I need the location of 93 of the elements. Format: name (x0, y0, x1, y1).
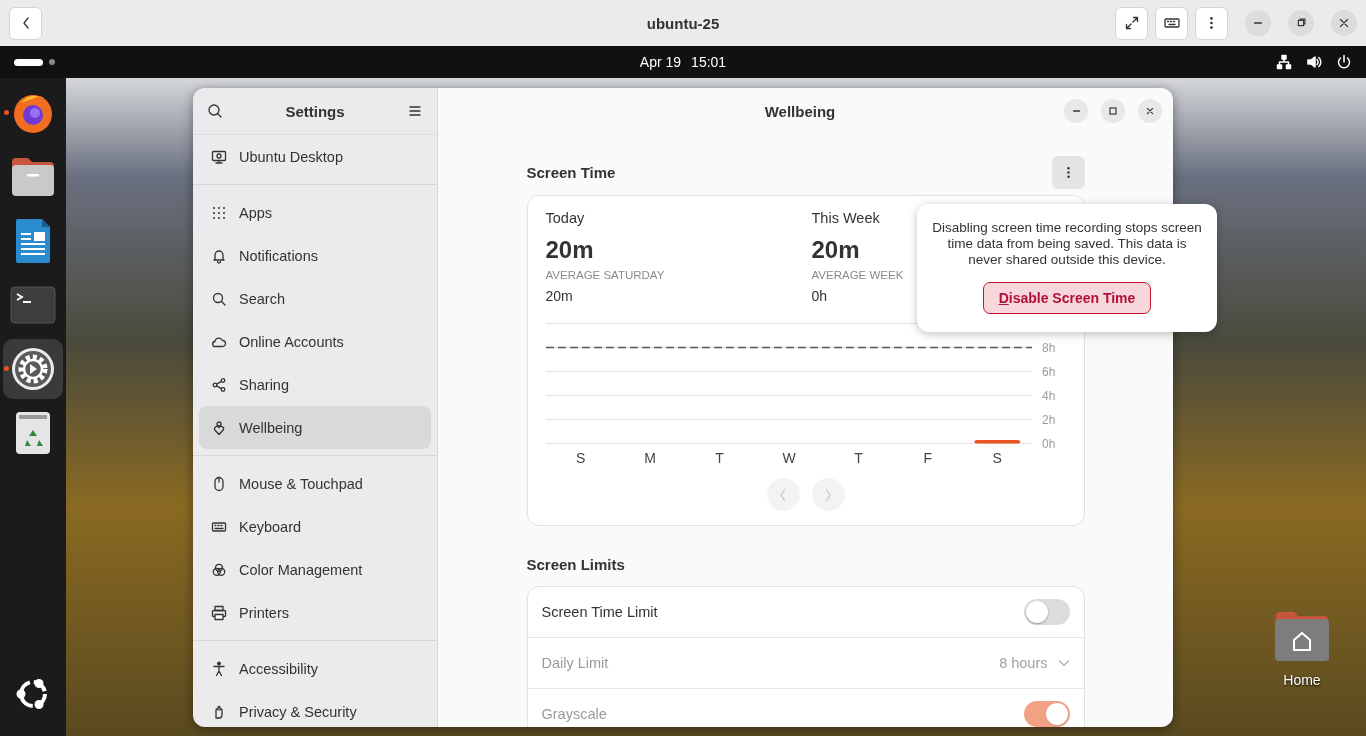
section-heading: Screen Time (526, 163, 616, 181)
axis-label: S (992, 450, 1002, 466)
minimize-icon (1254, 22, 1262, 24)
document-icon (14, 218, 52, 264)
chevron-left-icon (778, 486, 788, 503)
network-icon (1276, 54, 1292, 70)
stat-subvalue: 20m (545, 287, 573, 305)
search-icon (207, 103, 223, 119)
workspace-dot[interactable] (49, 59, 55, 65)
axis-label: T (714, 450, 724, 466)
date-label: Apr 19 (639, 54, 682, 70)
sidebar-item[interactable]: Wellbeing (199, 406, 431, 449)
sidebar-item[interactable]: Online Accounts (199, 320, 431, 363)
person-heart-icon (211, 419, 227, 436)
close-button[interactable] (1331, 10, 1357, 36)
stat-sublabel: AVERAGE WEEK (811, 268, 904, 282)
sidebar-item[interactable]: Notifications (199, 234, 431, 277)
printer-icon (211, 604, 227, 621)
workspace-indicator[interactable] (14, 58, 43, 66)
dock-item[interactable] (3, 339, 63, 399)
time-label: 15:01 (691, 54, 727, 70)
terminal-icon (10, 286, 56, 324)
more-icon (1066, 166, 1070, 178)
axis-label: W (781, 450, 796, 466)
toggle-switch[interactable] (1023, 599, 1070, 625)
minimize-button[interactable] (1245, 10, 1271, 36)
sidebar-item[interactable]: Ubuntu Desktop (199, 135, 431, 178)
axis-label: 4h (1041, 388, 1055, 403)
maximize-button[interactable] (1101, 99, 1125, 123)
stat-sublabel: AVERAGE SATURDAY (545, 268, 665, 282)
gear-icon (10, 346, 56, 392)
monitor-icon (211, 148, 227, 165)
axis-label: T (853, 450, 863, 466)
section-heading: Screen Limits (526, 555, 625, 573)
folder-icon (10, 156, 56, 198)
minimize-button[interactable] (1064, 99, 1088, 123)
sidebar-item[interactable]: Accessibility (199, 647, 431, 690)
chevron-right-icon (823, 486, 833, 503)
minimize-icon (1072, 110, 1080, 112)
running-dot (4, 110, 9, 115)
maximize-icon (1106, 104, 1120, 118)
fullscreen-button[interactable] (1115, 6, 1148, 40)
search-icon (211, 290, 227, 307)
menu-icon (407, 103, 423, 119)
trash-icon (14, 410, 52, 456)
share-icon (211, 376, 227, 393)
bar (973, 439, 1020, 444)
accessibility-icon (211, 660, 227, 677)
stat-value: 20m (545, 235, 594, 265)
axis-label: 8h (1041, 340, 1055, 355)
sidebar-item[interactable]: Keyboard (199, 505, 431, 548)
more-icon (1210, 17, 1213, 29)
row-label: Daily Limit (541, 655, 609, 671)
expand-icon (1123, 15, 1140, 31)
power-icon (1336, 54, 1352, 70)
sidebar-item[interactable]: Privacy & Security (199, 690, 431, 727)
stat-label: This Week (811, 209, 880, 228)
axis-label: 6h (1041, 364, 1055, 379)
clock[interactable]: Apr 19 15:01 (639, 54, 727, 70)
row-label: Grayscale (541, 706, 607, 722)
sidebar-item[interactable]: Apps (199, 191, 431, 234)
bell-icon (211, 247, 227, 264)
sidebar-item[interactable]: Search (199, 277, 431, 320)
axis-label: F (923, 450, 932, 466)
desktop-icon-label[interactable]: Home (1283, 672, 1321, 688)
axis-label: 0h (1041, 436, 1055, 451)
mouse-icon (211, 475, 227, 492)
stat-subvalue: 0h (811, 287, 828, 305)
chevron-down-icon (1057, 659, 1070, 667)
restore-button[interactable] (1288, 10, 1314, 36)
axis-label: S (575, 450, 585, 466)
keyboard-icon (1163, 15, 1180, 31)
keyboard-button[interactable] (1155, 6, 1188, 40)
sidebar-title: Settings (285, 102, 345, 120)
row-label: Screen Time Limit (541, 604, 658, 620)
page-title: Wellbeing (764, 102, 836, 120)
popover-text: Disabling screen time recording stops screen time data from being saved. This data is never shared outside this device. (931, 220, 1203, 268)
stat-label: Today (545, 209, 585, 228)
sidebar-item[interactable]: Sharing (199, 363, 431, 406)
window-title: ubuntu-25 (646, 14, 720, 32)
disable-screen-time-button[interactable]: Disable Screen Time (982, 282, 1152, 314)
running-dot (4, 366, 9, 371)
grid-icon (211, 204, 227, 221)
sidebar-item[interactable]: Printers (199, 591, 431, 634)
circles-icon (211, 561, 227, 578)
stat-value: 20m (811, 235, 860, 265)
axis-label: 2h (1041, 412, 1055, 427)
home-folder-icon[interactable] (1274, 610, 1330, 662)
sidebar-item[interactable]: Mouse & Touchpad (199, 462, 431, 505)
close-icon (1337, 16, 1351, 30)
sidebar-item[interactable]: Color Management (199, 548, 431, 591)
volume-icon (1306, 54, 1322, 70)
axis-label: M (643, 450, 656, 466)
